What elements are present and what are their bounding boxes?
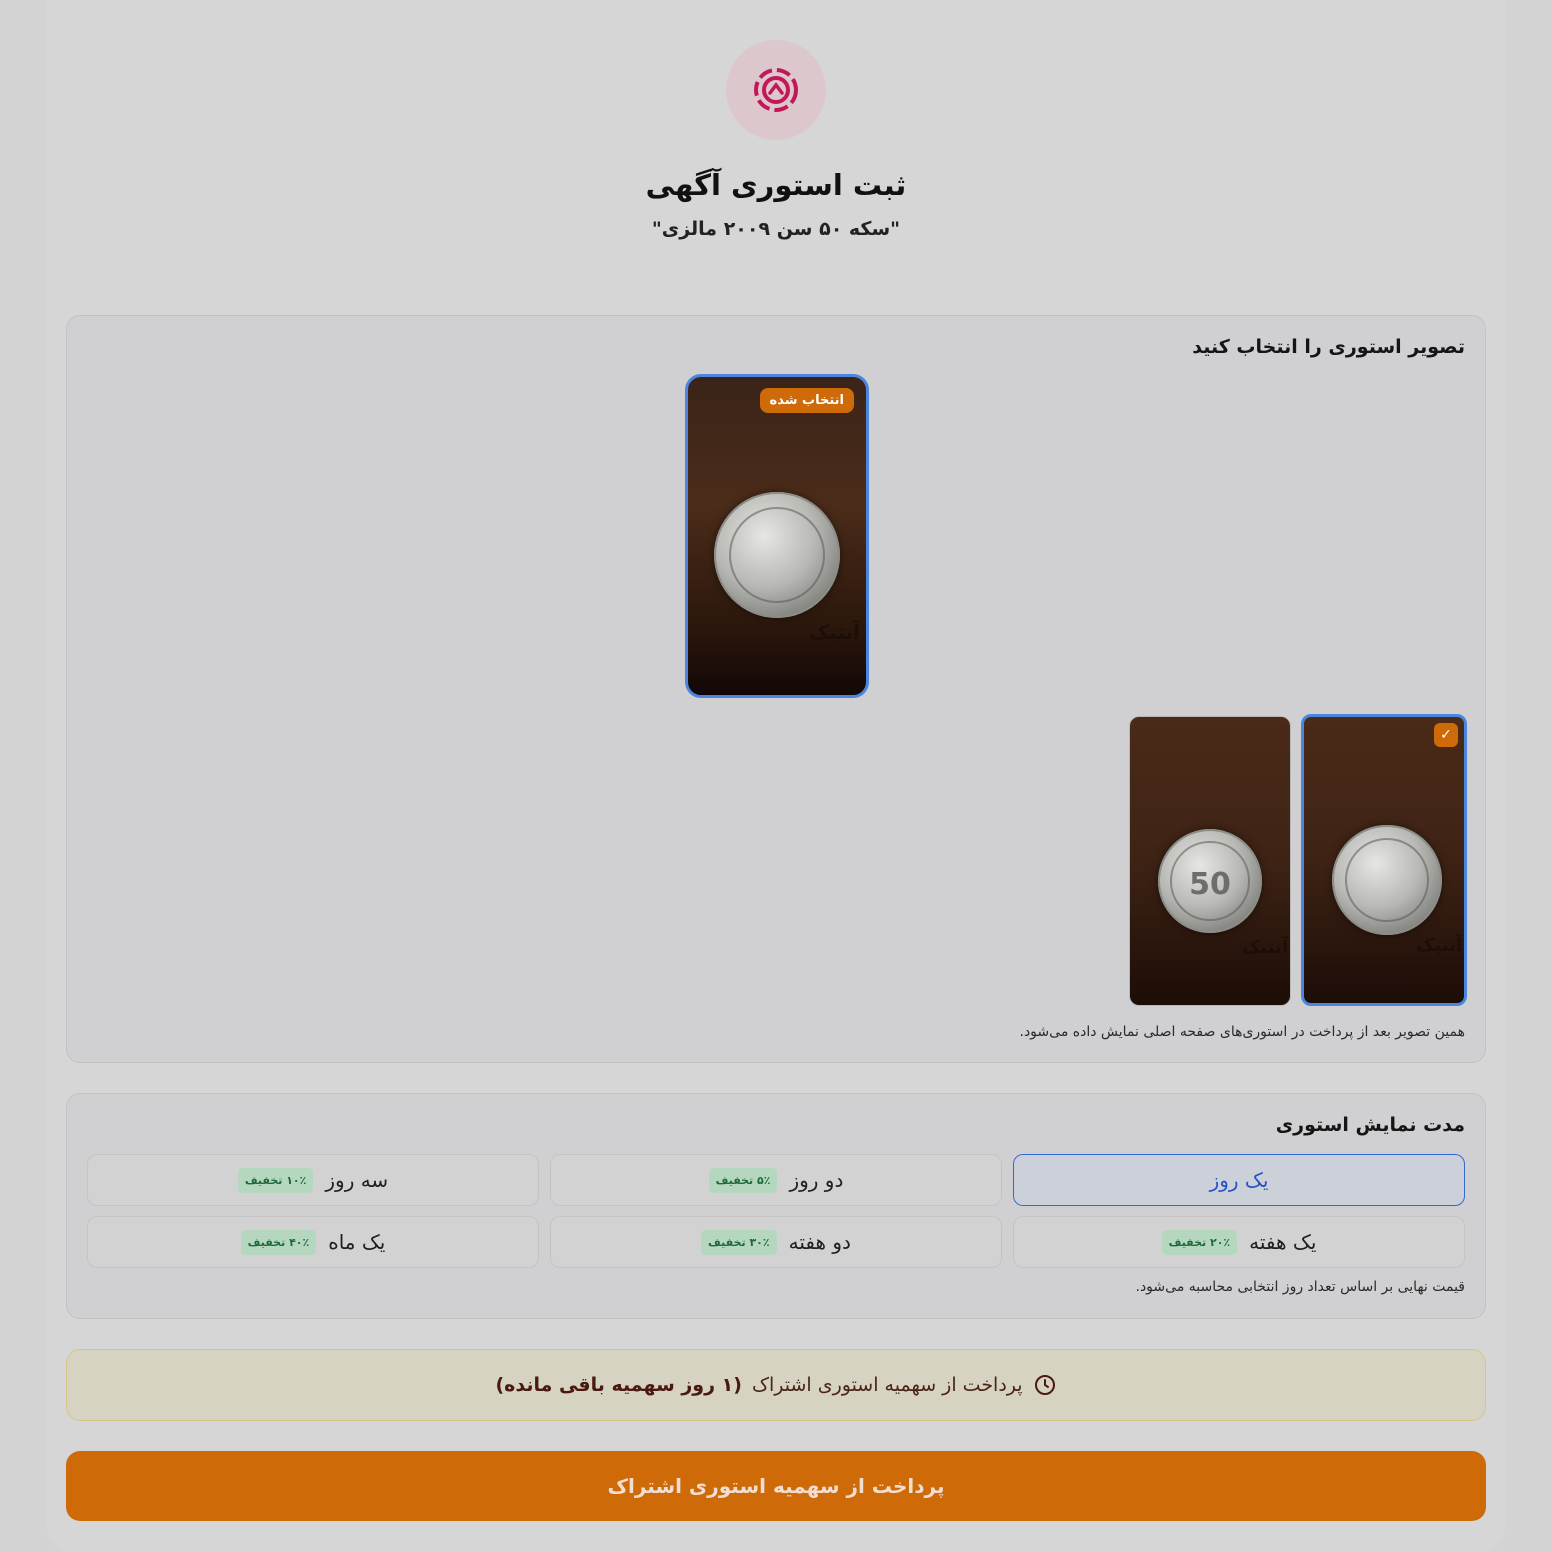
quota-remaining: (۱ روز سهمیه باقی مانده): [495, 1374, 742, 1396]
duration-option-three-days[interactable]: سه روز ۱۰٪ تخفیف: [87, 1154, 539, 1206]
thumbnail-2[interactable]: 50 آنتیک: [1129, 716, 1291, 1006]
image-section-heading: تصویر استوری را انتخاب کنید: [1192, 336, 1465, 358]
watermark: آنتیک: [808, 620, 860, 644]
selected-badge: انتخاب شده: [759, 388, 854, 413]
pay-button[interactable]: پرداخت از سهمیه استوری اشتراک: [66, 1451, 1486, 1521]
story-preview: انتخاب شده آنتیک: [685, 374, 869, 698]
image-select-card: تصویر استوری را انتخاب کنید انتخاب شده آ…: [66, 315, 1486, 1063]
check-icon: ✓: [1434, 723, 1458, 747]
duration-label: یک هفته: [1249, 1230, 1317, 1254]
discount-badge: ۵٪ تخفیف: [708, 1167, 778, 1193]
quota-notice: پرداخت از سهمیه استوری اشتراک (۱ روز سهم…: [66, 1349, 1486, 1421]
watermark: آنتیک: [1241, 937, 1288, 958]
discount-badge: ۴۰٪ تخفیف: [240, 1229, 317, 1255]
discount-badge: ۱۰٪ تخفیف: [237, 1167, 314, 1193]
duration-card: مدت نمایش استوری یک روز دو روز ۵٪ تخفیف …: [66, 1093, 1486, 1319]
logo-icon: [754, 68, 798, 112]
story-modal: ثبت استوری آگهی "سکه ۵۰ سن ۲۰۰۹ مالزی" ت…: [46, 0, 1506, 1552]
logo: [726, 40, 826, 140]
coin-image: [1332, 825, 1442, 935]
page-title: ثبت استوری آگهی: [645, 168, 907, 202]
coin-denomination: 50: [1189, 867, 1231, 902]
duration-label: یک روز: [1209, 1168, 1269, 1192]
duration-label: دو روز: [789, 1168, 844, 1192]
image-hint: همین تصویر بعد از پرداخت در استوری‌های ص…: [1019, 1024, 1466, 1040]
duration-label: دو هفته: [788, 1230, 851, 1254]
duration-option-two-days[interactable]: دو روز ۵٪ تخفیف: [550, 1154, 1002, 1206]
duration-label: یک ماه: [328, 1230, 386, 1254]
duration-option-two-weeks[interactable]: دو هفته ۳۰٪ تخفیف: [550, 1216, 1002, 1268]
duration-option-one-day[interactable]: یک روز: [1013, 1154, 1465, 1206]
duration-heading: مدت نمایش استوری: [1275, 1114, 1465, 1136]
coin-image: [714, 492, 840, 618]
coin-image: 50: [1158, 829, 1262, 933]
clock-icon: [1034, 1375, 1055, 1395]
discount-badge: ۲۰٪ تخفیف: [1161, 1229, 1238, 1255]
duration-label: سه روز: [325, 1168, 389, 1192]
thumbnail-1[interactable]: ✓ آنتیک: [1301, 714, 1467, 1006]
ad-title: "سکه ۵۰ سن ۲۰۰۹ مالزی": [651, 218, 901, 240]
watermark: آنتیک: [1415, 935, 1462, 956]
quota-text: پرداخت از سهمیه استوری اشتراک: [751, 1374, 1023, 1396]
price-hint: قیمت نهایی بر اساس تعداد روز انتخابی محا…: [1135, 1279, 1466, 1295]
duration-option-one-month[interactable]: یک ماه ۴۰٪ تخفیف: [87, 1216, 539, 1268]
duration-option-one-week[interactable]: یک هفته ۲۰٪ تخفیف: [1013, 1216, 1465, 1268]
discount-badge: ۳۰٪ تخفیف: [701, 1229, 777, 1255]
